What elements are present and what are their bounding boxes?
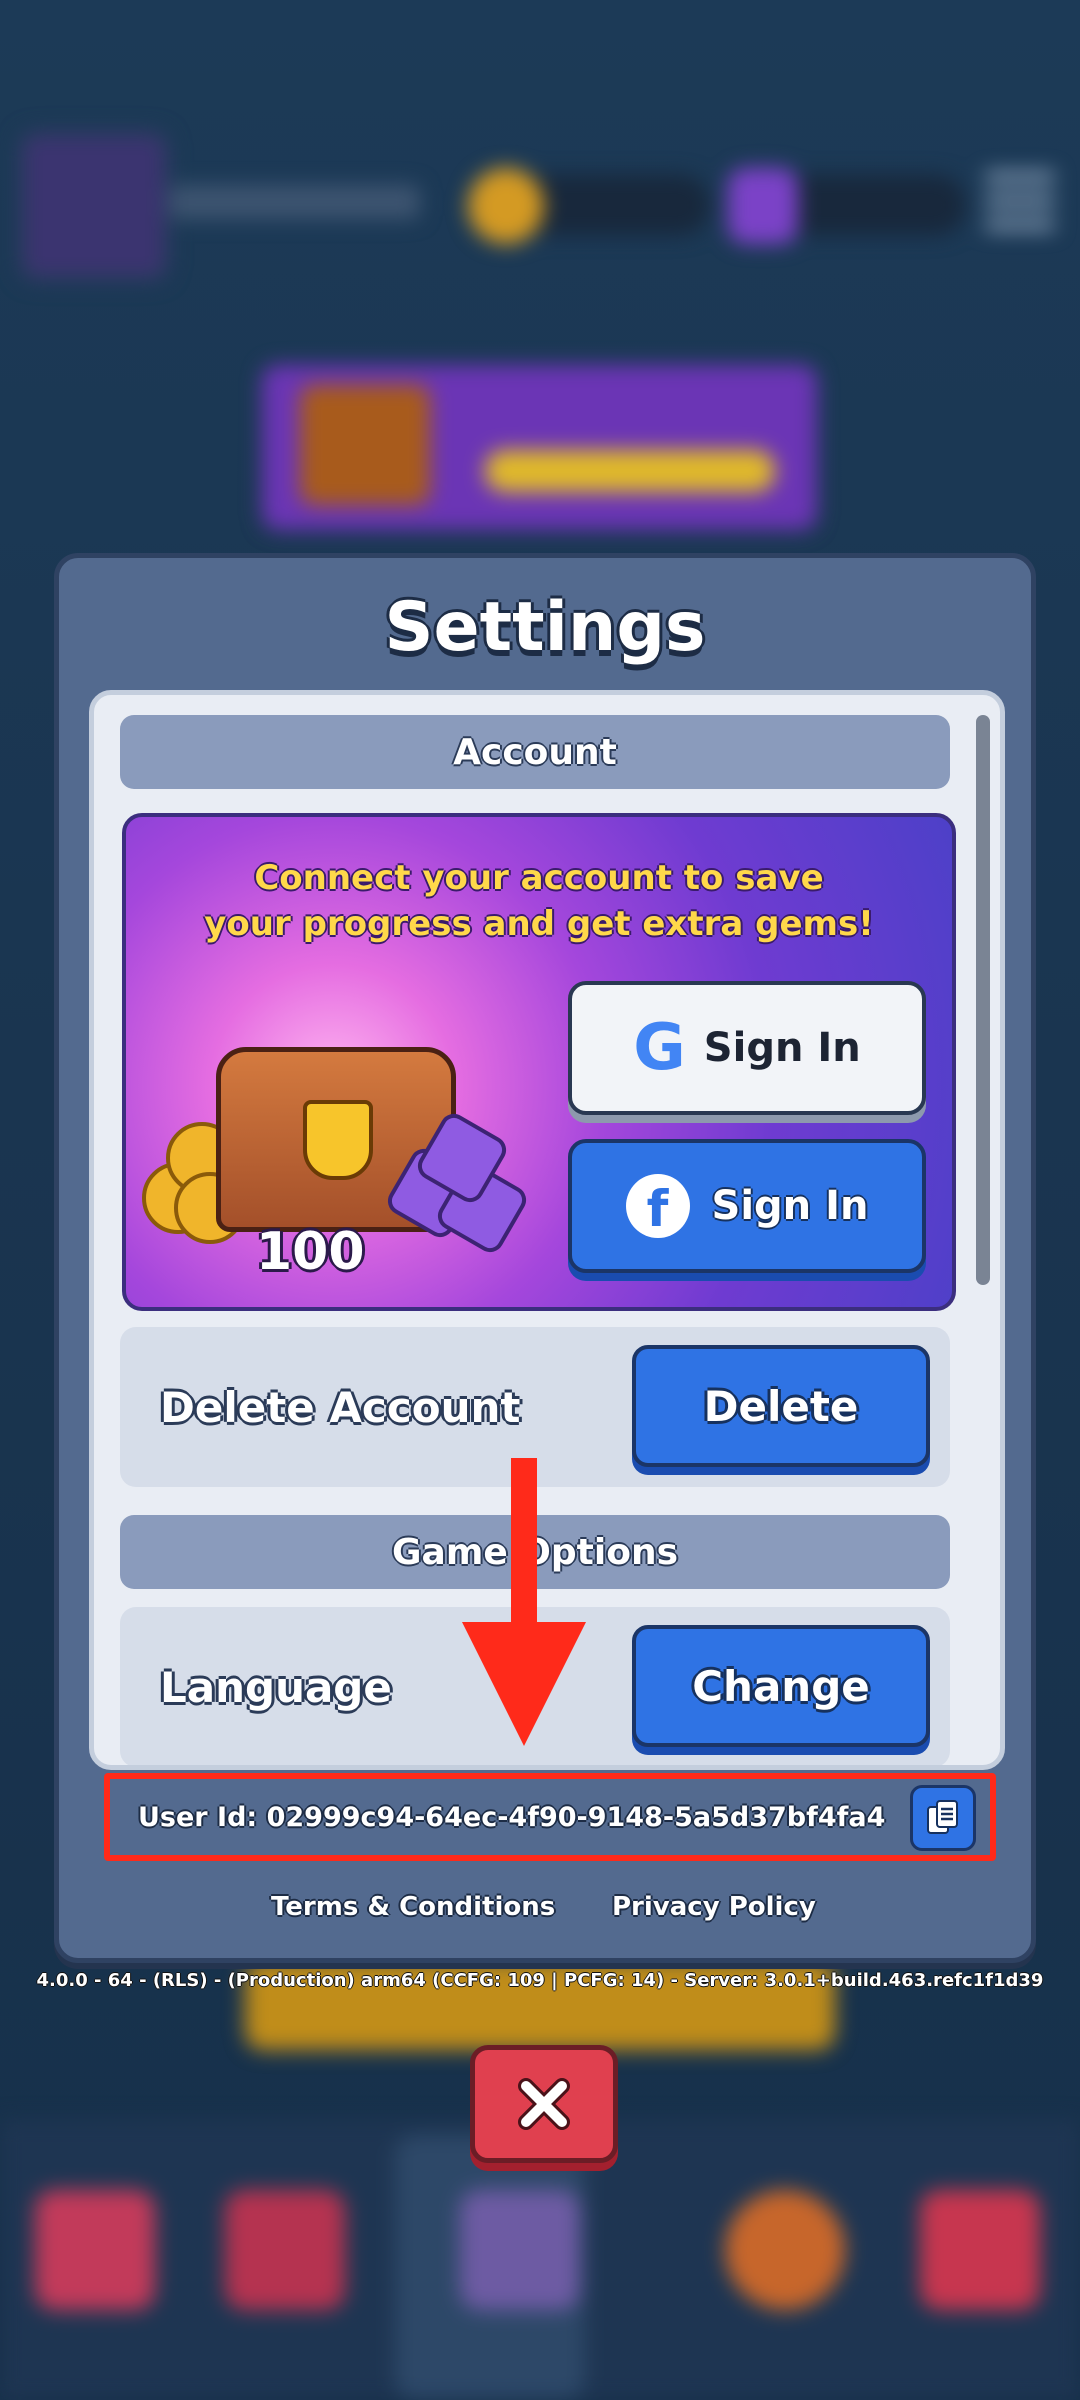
scrollbar[interactable] bbox=[976, 715, 990, 1285]
gem-icon bbox=[728, 168, 798, 244]
reward-amount: 100 bbox=[256, 1222, 365, 1282]
nav-clan-icon bbox=[725, 2190, 845, 2310]
facebook-sign-in-button[interactable]: f Sign In bbox=[568, 1139, 926, 1273]
change-language-button[interactable]: Change bbox=[632, 1625, 930, 1747]
menu-icon bbox=[985, 172, 1055, 232]
nav-events-icon bbox=[920, 2190, 1040, 2310]
language-label: Language bbox=[160, 1662, 392, 1712]
nav-battle-icon bbox=[460, 2190, 580, 2310]
account-link-promo: Connect your account to save your progre… bbox=[122, 813, 956, 1311]
nav-shop-icon bbox=[35, 2190, 155, 2310]
promo-text-line2: your progress and get extra gems! bbox=[204, 904, 874, 944]
facebook-sign-in-label: Sign In bbox=[711, 1183, 869, 1229]
promo-text: Connect your account to save your progre… bbox=[126, 855, 952, 947]
nav-cards-icon bbox=[225, 2190, 345, 2310]
copy-icon bbox=[927, 1800, 958, 1834]
settings-title: Settings bbox=[384, 588, 706, 667]
settings-scroll-area[interactable]: Account Connect your account to save you… bbox=[89, 690, 1005, 1770]
google-sign-in-label: Sign In bbox=[703, 1025, 861, 1071]
privacy-link[interactable]: Privacy Policy bbox=[612, 1892, 816, 1922]
google-logo-icon: G bbox=[633, 1011, 686, 1085]
annotation-arrow-head bbox=[462, 1622, 586, 1746]
lock-icon bbox=[303, 1100, 373, 1180]
close-button[interactable] bbox=[470, 2045, 618, 2163]
settings-modal: Settings Account Connect your account to… bbox=[54, 553, 1036, 1963]
copy-user-id-button[interactable] bbox=[910, 1785, 976, 1851]
account-section-header: Account bbox=[120, 715, 950, 789]
delete-account-label: Delete Account bbox=[160, 1382, 521, 1432]
player-name-blurred bbox=[170, 185, 420, 219]
facebook-logo-icon: f bbox=[625, 1174, 690, 1238]
promo-text-line1: Connect your account to save bbox=[254, 858, 824, 898]
user-id-row: User Id: 02999c94-64ec-4f90-9148-5a5d37b… bbox=[104, 1773, 996, 1861]
user-id-text: User Id: 02999c94-64ec-4f90-9148-5a5d37b… bbox=[138, 1801, 886, 1833]
terms-link[interactable]: Terms & Conditions bbox=[271, 1892, 555, 1922]
annotation-arrow-shaft bbox=[511, 1458, 537, 1630]
google-sign-in-button[interactable]: G Sign In bbox=[568, 981, 926, 1115]
version-text: 4.0.0 - 64 - (RLS) - (Production) arm64 … bbox=[36, 1970, 1044, 1991]
player-avatar bbox=[18, 130, 170, 282]
coin-icon bbox=[468, 168, 544, 244]
delete-button[interactable]: Delete bbox=[632, 1345, 930, 1467]
chest-progress-bar bbox=[485, 450, 775, 492]
chest-icon bbox=[300, 385, 430, 505]
close-icon bbox=[518, 2078, 570, 2130]
